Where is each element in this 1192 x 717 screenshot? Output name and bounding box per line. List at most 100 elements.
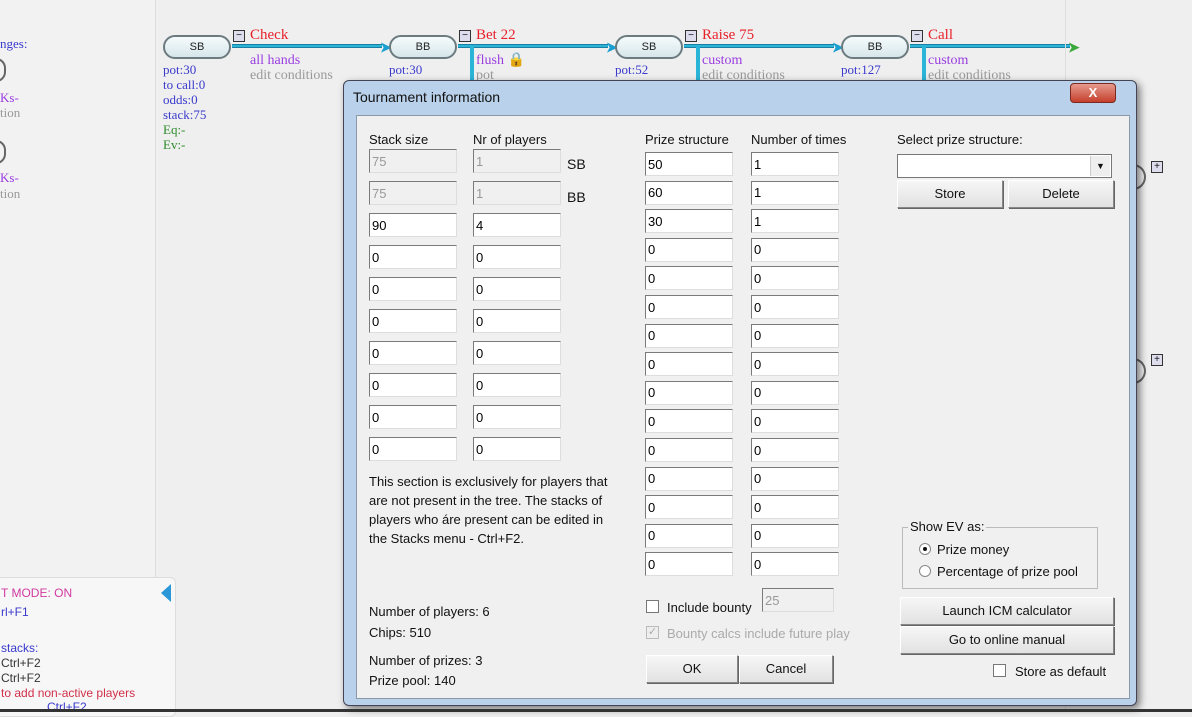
number-of-times-input[interactable] <box>751 323 839 348</box>
lock-icon: 🔒 <box>507 53 525 68</box>
collapse-arrow-icon[interactable] <box>161 584 171 602</box>
prize-amount-input[interactable] <box>645 180 733 205</box>
store-button[interactable]: Store <box>897 180 1003 208</box>
stack-size-input[interactable] <box>369 437 457 461</box>
collapse-icon[interactable]: − <box>459 30 471 42</box>
help-panel: T MODE: ON rl+F1 stacks: Ctrl+F2 Ctrl+F2… <box>0 577 176 717</box>
nr-players-input[interactable] <box>473 277 561 301</box>
stack-size-input[interactable] <box>369 149 457 173</box>
sb-label: SB <box>567 156 586 172</box>
arrow-right-icon[interactable]: ➤ <box>1068 39 1080 56</box>
number-of-times-input[interactable] <box>751 209 839 234</box>
number-of-times-input[interactable] <box>751 295 839 319</box>
collapse-icon[interactable]: − <box>911 30 923 42</box>
prize-amount-input[interactable] <box>645 380 733 405</box>
nr-players-input[interactable] <box>473 245 561 269</box>
prize-amount-input[interactable] <box>645 352 733 377</box>
number-of-times-input[interactable] <box>751 409 839 434</box>
prize-amount-input[interactable] <box>645 438 733 462</box>
prize-amount-input[interactable] <box>645 523 733 548</box>
stack-size-input[interactable] <box>369 181 457 205</box>
prize-amount-input[interactable] <box>645 409 733 434</box>
ok-button[interactable]: OK <box>646 655 738 683</box>
stack-size-input[interactable] <box>369 405 457 429</box>
stack-size-input[interactable] <box>369 341 457 365</box>
online-manual-button[interactable]: Go to online manual <box>900 626 1114 654</box>
action-label[interactable]: Check <box>250 27 288 44</box>
help-line: stacks: <box>1 641 39 655</box>
nr-players-input[interactable] <box>473 149 561 173</box>
cancel-button[interactable]: Cancel <box>739 655 833 683</box>
stack-size-input[interactable] <box>369 277 457 301</box>
chevron-down-icon[interactable]: ▼ <box>1090 156 1110 176</box>
pot-text: pot:30 <box>389 62 423 77</box>
node-partial[interactable] <box>0 140 6 164</box>
nr-players-input[interactable] <box>473 341 561 365</box>
action-range[interactable]: custom <box>928 53 968 68</box>
tree-node-bb[interactable]: BB <box>389 35 457 59</box>
prize-amount-input[interactable] <box>645 295 733 319</box>
bounty-input[interactable] <box>762 588 834 612</box>
action-range[interactable]: all hands <box>250 53 300 68</box>
nr-players-input[interactable] <box>473 181 561 205</box>
dialog-title: Tournament information <box>353 89 501 105</box>
action-label[interactable]: Call <box>928 27 953 44</box>
bounty-future-checkbox[interactable]: ✓ <box>646 626 659 639</box>
tree-node-bb[interactable]: BB <box>841 35 909 59</box>
store-default-checkbox[interactable] <box>993 664 1006 677</box>
action-range[interactable]: custom <box>702 53 742 68</box>
note-text: This section is exclusively for players … <box>369 474 608 546</box>
pot-text: pot:30 <box>163 62 197 77</box>
number-of-times-input[interactable] <box>751 266 839 291</box>
number-of-times-input[interactable] <box>751 237 839 262</box>
stack-size-input[interactable] <box>369 245 457 269</box>
prize-amount-input[interactable] <box>645 266 733 291</box>
prize-amount-input[interactable] <box>645 552 733 577</box>
nr-players-input[interactable] <box>473 213 561 237</box>
tree-node-sb[interactable]: SB <box>615 35 683 59</box>
collapse-icon[interactable]: − <box>685 30 697 42</box>
help-line: Ctrl+F2 <box>1 656 41 670</box>
number-of-times-input[interactable] <box>751 466 839 491</box>
nr-players-input[interactable] <box>473 405 561 429</box>
number-of-times-input[interactable] <box>751 495 839 520</box>
nr-players-input[interactable] <box>473 309 561 333</box>
number-of-times-input[interactable] <box>751 352 839 377</box>
stack-size-input[interactable] <box>369 309 457 333</box>
chips-total: Chips: 510 <box>369 625 432 640</box>
percentage-radio[interactable] <box>919 565 931 577</box>
prize-amount-input[interactable] <box>645 209 733 234</box>
edit-conditions-link[interactable]: edit conditions <box>250 68 333 83</box>
close-button[interactable]: X <box>1070 83 1116 103</box>
stack-size-input[interactable] <box>369 373 457 397</box>
stack-size-input[interactable] <box>369 213 457 237</box>
number-of-times-input[interactable] <box>751 152 839 176</box>
expand-icon[interactable]: + <box>1151 354 1163 366</box>
prize-amount-input[interactable] <box>645 495 733 520</box>
prize-money-radio[interactable] <box>919 543 931 555</box>
tree-node-sb[interactable]: SB <box>163 35 231 59</box>
node-partial[interactable] <box>0 58 6 82</box>
edge <box>458 44 608 48</box>
launch-icm-button[interactable]: Launch ICM calculator <box>900 597 1114 625</box>
prize-amount-input[interactable] <box>645 152 733 176</box>
prize-structure-select[interactable]: ▼ <box>897 154 1112 178</box>
prize-amount-input[interactable] <box>645 466 733 491</box>
expand-icon[interactable]: + <box>1151 161 1163 173</box>
action-label[interactable]: Raise 75 <box>702 27 754 44</box>
number-of-times-input[interactable] <box>751 523 839 548</box>
prize-amount-input[interactable] <box>645 323 733 348</box>
action-range[interactable]: flush 🔒 <box>476 53 525 68</box>
action-label[interactable]: Bet 22 <box>476 27 516 44</box>
number-of-times-input[interactable] <box>751 380 839 405</box>
delete-button[interactable]: Delete <box>1008 180 1114 208</box>
include-bounty-checkbox[interactable] <box>646 600 659 613</box>
nr-players-input[interactable] <box>473 373 561 397</box>
node-info: pot:30 to call:0 odds:0 stack:75 Eq:- Ev… <box>163 62 206 152</box>
number-of-times-input[interactable] <box>751 438 839 462</box>
number-of-times-input[interactable] <box>751 552 839 577</box>
nr-players-input[interactable] <box>473 437 561 461</box>
number-of-times-input[interactable] <box>751 180 839 205</box>
collapse-icon[interactable]: − <box>233 30 245 42</box>
prize-amount-input[interactable] <box>645 237 733 262</box>
